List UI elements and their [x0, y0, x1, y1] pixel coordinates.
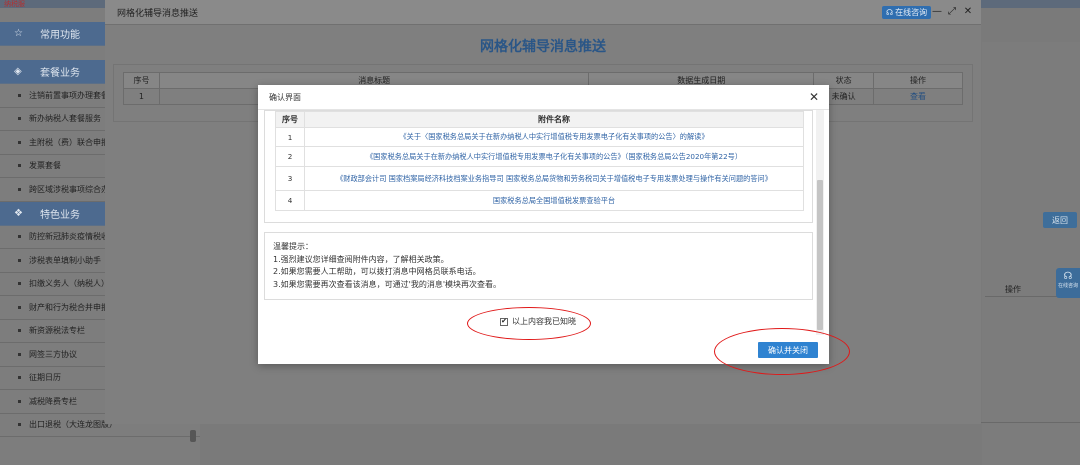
table-row: 3 《财政部会计司 国家档案局经济科技档案业务指导司 国家税务总局货物和劳务税司…: [275, 166, 804, 191]
headset-icon: ☊: [1063, 271, 1073, 282]
modal-title: 网格化辅导消息推送: [117, 8, 199, 19]
table-row: 4 国家税务总局全国增值税发票查验平台: [275, 190, 804, 211]
row-number: 4: [275, 190, 305, 211]
dialog-header: 确认界面: [258, 85, 829, 110]
table-header: 操作: [873, 72, 963, 89]
attachment-link[interactable]: 《关于〈国家税务总局关于在新办纳税人中实行增值税专用发票电子化有关事项的公告〉的…: [304, 127, 804, 147]
sidebar-item-label: 跨区域涉税事项综合办: [29, 184, 109, 194]
table-row: 2 《国家税务总局关于在新办纳税人中实行增值税专用发票电子化有关事项的公告》（国…: [275, 146, 804, 167]
settings-icon: ❖: [14, 207, 23, 219]
scrollbar-thumb[interactable]: [817, 180, 823, 330]
table-header: 序号: [275, 111, 305, 128]
attachment-link[interactable]: 国家税务总局全国增值税发票查验平台: [304, 190, 804, 211]
back-button[interactable]: 返回: [1043, 212, 1077, 228]
right-panel: [982, 42, 1080, 465]
table-header: 附件名称: [304, 111, 804, 128]
attachment-table: 序号 附件名称 1 《关于〈国家税务总局关于在新办纳税人中实行增值税专用发票电子…: [275, 111, 804, 211]
sidebar-item-label: 出口退税（大连龙图版）: [29, 420, 117, 430]
sidebar-group-label: 套餐业务: [40, 68, 80, 79]
sidebar-item-label: 网签三方协议: [29, 349, 77, 359]
sidebar-scrollbar[interactable]: [190, 430, 196, 442]
view-link[interactable]: 查看: [873, 88, 963, 105]
attachment-panel: 序号 附件名称 1 《关于〈国家税务总局关于在新办纳税人中实行增值税专用发票电子…: [264, 110, 813, 223]
annotation-ellipse: [714, 328, 850, 375]
package-icon: ◈: [14, 66, 22, 77]
row-number: 2: [275, 146, 305, 167]
online-service-float-button[interactable]: ☊ 在线咨询: [1056, 268, 1080, 298]
sidebar-group-label: 特色业务: [40, 209, 80, 221]
dialog-title: 确认界面: [269, 92, 301, 102]
annotation-ellipse: [467, 307, 591, 340]
online-consult-button[interactable]: ☊ 在线咨询: [882, 6, 932, 19]
row-number: 1: [275, 127, 305, 147]
modal-header: 网格化辅导消息推送: [105, 0, 981, 25]
sidebar-item-label: 新资源税法专栏: [29, 326, 85, 336]
tips-heading: 温馨提示：: [273, 242, 313, 251]
attachment-link[interactable]: 《国家税务总局关于在新办纳税人中实行增值税专用发票电子化有关事项的公告》（国家税…: [304, 146, 804, 167]
sidebar-item-label: 主附税（费）联合申报: [29, 137, 109, 147]
row-number: 3: [275, 166, 305, 191]
sidebar-item-label: 减税降费专栏: [29, 396, 77, 406]
sidebar-group-label: 常用功能: [40, 30, 80, 41]
table-cell: 1: [123, 88, 160, 105]
sidebar-item-label: 防控新冠肺炎疫情税收: [29, 232, 109, 242]
tips-panel: 温馨提示： 1.强烈建议您详细查阅附件内容，了解相关政策。 2.如果您需要人工帮…: [264, 232, 813, 300]
dialog-scrollbar[interactable]: [816, 110, 824, 335]
sidebar-item-label: 涉税表单填制小助手: [29, 255, 101, 265]
action-column-header: 操作: [1005, 285, 1021, 294]
tip-line: 3.如果您需要再次查看该消息，可通过'我的消息'模块再次查看。: [273, 279, 502, 289]
close-icon[interactable]: ✕: [809, 91, 819, 103]
table-header: 序号: [123, 72, 160, 89]
tip-line: 2.如果您需要人工帮助，可以拨打消息中网格员联系电话。: [273, 267, 481, 276]
page-title: 网格化辅导消息推送: [480, 39, 606, 55]
sidebar-item-label: 发票套餐: [29, 161, 61, 171]
sidebar-item-label: 注销前置事项办理套餐: [29, 90, 109, 100]
sidebar-item-label: 新办纳税人套餐服务: [29, 114, 101, 124]
online-consult-label: 在线咨询: [895, 8, 928, 17]
online-service-label: 在线咨询: [1057, 283, 1078, 289]
star-icon: ☆: [14, 28, 23, 39]
sidebar-item-label: 征期日历: [29, 373, 61, 383]
table-row: 1 《关于〈国家税务总局关于在新办纳税人中实行增值税专用发票电子化有关事项的公告…: [275, 127, 804, 147]
maximize-icon[interactable]: ⤢: [946, 6, 958, 18]
close-icon[interactable]: ✕: [962, 6, 974, 18]
headset-icon: ☊: [886, 8, 894, 17]
sidebar-item-label: 扣缴义务人（纳税人）: [29, 279, 109, 289]
sidebar-item-label: 财产和行为税合并申报: [29, 302, 109, 312]
attachment-link[interactable]: 《财政部会计司 国家档案局经济科技档案业务指导司 国家税务总局货物和劳务税司关于…: [304, 166, 804, 191]
minimize-icon[interactable]: —: [931, 6, 943, 18]
tip-line: 1.强烈建议您详细查阅附件内容，了解相关政策。: [273, 254, 449, 264]
dialog-body: 序号 附件名称 1 《关于〈国家税务总局关于在新办纳税人中实行增值税专用发票电子…: [264, 110, 819, 331]
